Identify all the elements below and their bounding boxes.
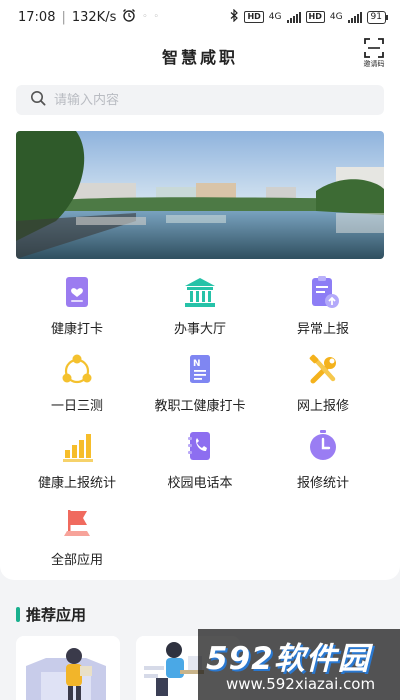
app-all-apps[interactable]: 全部应用: [12, 507, 142, 577]
notification-dot-icon: ◦: [142, 12, 148, 22]
app-label: 校园电话本: [167, 476, 233, 491]
document-n-icon: N: [182, 353, 218, 387]
network-speed: 132K/s: [71, 9, 117, 25]
search-bar[interactable]: [16, 85, 384, 115]
clock-icon: [305, 430, 341, 464]
bank-building-icon: [182, 276, 218, 310]
banner-image[interactable]: [16, 131, 384, 259]
app-label: 全部应用: [50, 553, 103, 568]
watermark-url: www.592xiazai.com: [226, 675, 376, 693]
status-bar: 17:08 | 132K/s ◦ ◦ HD 4G HD 4G 91: [0, 0, 400, 34]
hd-badge: HD: [305, 11, 325, 23]
notification-dot-icon: ◦: [153, 12, 159, 22]
invite-code-button[interactable]: 邀请码: [360, 38, 388, 69]
search-input[interactable]: [54, 92, 334, 108]
section-accent-bar: [16, 607, 20, 622]
signal-icon: [286, 11, 301, 23]
network-type: 4G: [329, 12, 343, 22]
watermark-overlay: 592软件园 www.592xiazai.com: [198, 629, 400, 700]
hd-badge: HD: [244, 11, 264, 23]
app-online-repair[interactable]: 网上报修: [258, 353, 388, 423]
recommended-section-title: 推荐应用: [16, 604, 86, 625]
invite-code-label: 邀请码: [363, 60, 385, 68]
app-label: 健康上报统计: [37, 476, 116, 491]
search-icon: [30, 90, 46, 110]
app-health-checkin[interactable]: 健康打卡: [12, 276, 142, 346]
app-label: 健康打卡: [50, 322, 103, 337]
app-label: 网上报修: [296, 399, 349, 414]
watermark-brand: 592软件园: [206, 641, 370, 677]
app-label: 报修统计: [296, 476, 349, 491]
app-header: 智慧咸职 邀请码: [0, 34, 400, 78]
app-label: 一日三测: [50, 399, 103, 414]
app-service-hall[interactable]: 办事大厅: [135, 276, 265, 346]
app-repair-stats[interactable]: 报修统计: [258, 430, 388, 500]
signal-icon: [347, 11, 362, 23]
app-label: 异常上报: [296, 322, 349, 337]
bar-stats-icon: [59, 430, 95, 464]
section-title-text: 推荐应用: [26, 606, 87, 624]
app-label: 教职工健康打卡: [154, 399, 246, 414]
app-abnormal-report[interactable]: 异常上报: [258, 276, 388, 346]
app-campus-phonebook[interactable]: 校园电话本: [135, 430, 265, 500]
clipboard-upload-icon: [305, 276, 341, 310]
recommended-card[interactable]: [16, 636, 120, 700]
status-left: 17:08 | 132K/s ◦ ◦: [18, 8, 159, 26]
app-daily-three-checks[interactable]: 一日三测: [12, 353, 142, 423]
flag-icon: [59, 507, 95, 541]
app-label: 办事大厅: [173, 322, 226, 337]
network-type: 4G: [268, 12, 282, 22]
battery-level: 91: [366, 10, 389, 24]
svg-text:N: N: [193, 359, 201, 369]
health-card-icon: [59, 276, 95, 310]
app-health-report-stats[interactable]: 健康上报统计: [12, 430, 142, 500]
status-right: HD 4G HD 4G 91: [230, 8, 389, 25]
phone-book-icon: [182, 430, 218, 464]
bluetooth-icon: [230, 8, 239, 25]
alarm-icon: [122, 8, 136, 26]
app-staff-health-checkin[interactable]: N 教职工健康打卡: [135, 353, 265, 423]
scan-frame-icon: [360, 38, 388, 58]
cycle-nodes-icon: [59, 353, 95, 387]
status-separator: |: [61, 9, 66, 25]
status-time: 17:08: [18, 9, 56, 25]
tools-icon: [305, 353, 341, 387]
app-title: 智慧咸职: [161, 48, 238, 67]
